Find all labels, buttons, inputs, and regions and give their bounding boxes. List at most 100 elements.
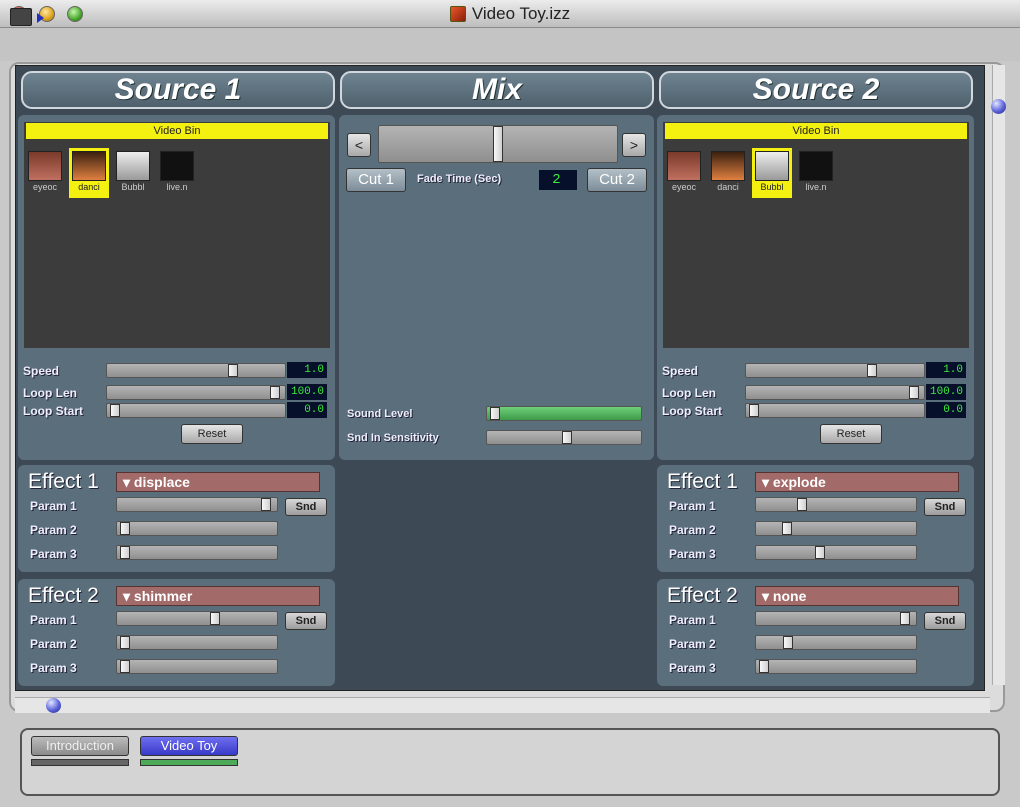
crossfade-knob[interactable]	[493, 126, 503, 162]
vertical-scrollbar[interactable]	[992, 65, 1005, 685]
speed-slider[interactable]	[745, 363, 925, 378]
p3-label: Param 3	[669, 547, 716, 561]
effect1-p2-slider-knob[interactable]	[782, 522, 792, 535]
document-icon	[449, 6, 466, 22]
effect2-p2-slider[interactable]	[755, 635, 917, 650]
effect2-p3-slider[interactable]	[116, 659, 278, 674]
tab-introduction[interactable]: Introduction	[31, 736, 129, 756]
effect1-p2-slider[interactable]	[116, 521, 278, 536]
effect1-dropdown[interactable]: ▾ displace	[116, 472, 320, 492]
effect1-snd-button[interactable]: Snd	[285, 498, 327, 516]
effect1-p1-slider-knob[interactable]	[261, 498, 271, 511]
dropdown-arrow-icon: ▾	[123, 474, 134, 490]
clip-thumbnail	[116, 151, 150, 181]
effect2-dropdown[interactable]: ▾ shimmer	[116, 586, 320, 606]
clip-2[interactable]: Bubbl	[115, 150, 151, 196]
live-feed-icon	[160, 151, 194, 181]
effect2-p1-slider-knob[interactable]	[900, 612, 910, 625]
looplen-value[interactable]: 100.0	[287, 384, 327, 400]
speed-value[interactable]: 1.0	[287, 362, 327, 378]
effect1-p1-slider[interactable]	[116, 497, 278, 512]
looplen-slider[interactable]	[745, 385, 925, 400]
effect2-snd-button[interactable]: Snd	[285, 612, 327, 630]
crossfade-slider[interactable]	[378, 125, 618, 163]
vertical-scroll-thumb[interactable]	[991, 99, 1006, 114]
tab-video-toy[interactable]: Video Toy	[140, 736, 238, 756]
p1-label: Param 1	[30, 613, 77, 627]
horizontal-scroll-thumb[interactable]	[46, 698, 61, 713]
horizontal-scrollbar[interactable]	[15, 697, 990, 713]
dropdown-arrow-icon: ▾	[762, 588, 773, 604]
clip-3[interactable]: live.n	[798, 150, 834, 196]
p3-label: Param 3	[30, 661, 77, 675]
speed-slider-knob[interactable]	[867, 364, 877, 377]
reset-button[interactable]: Reset	[820, 424, 882, 444]
snd-sensitivity-knob[interactable]	[562, 431, 572, 444]
loopstart-slider-knob[interactable]	[749, 404, 759, 417]
looplen-value[interactable]: 100.0	[926, 384, 966, 400]
effect2-p2-slider[interactable]	[116, 635, 278, 650]
effect2-p1-slider[interactable]	[755, 611, 917, 626]
clip-0[interactable]: eyeoc	[666, 150, 702, 196]
speed-slider[interactable]	[106, 363, 286, 378]
effect2-p1-slider-knob[interactable]	[210, 612, 220, 625]
cut2-button[interactable]: Cut 2	[587, 168, 647, 192]
p1-label: Param 1	[669, 613, 716, 627]
loopstart-slider[interactable]	[745, 403, 925, 418]
effect1-p3-slider[interactable]	[755, 545, 917, 560]
loopstart-slider-knob[interactable]	[110, 404, 120, 417]
effect2-p1-slider[interactable]	[116, 611, 278, 626]
looplen-slider-knob[interactable]	[270, 386, 280, 399]
clip-thumbnail	[28, 151, 62, 181]
effect1-p3-slider-knob[interactable]	[815, 546, 825, 559]
effect2-title: Effect 2	[28, 584, 99, 607]
snd-sensitivity-slider[interactable]	[486, 430, 642, 445]
effect1-p2-slider-knob[interactable]	[120, 522, 130, 535]
effect2-p3-slider-knob[interactable]	[759, 660, 769, 673]
effect1-p3-slider-knob[interactable]	[120, 546, 130, 559]
reset-button[interactable]: Reset	[181, 424, 243, 444]
effect1-p3-slider[interactable]	[116, 545, 278, 560]
effect1-p1-slider[interactable]	[755, 497, 917, 512]
loopstart-slider[interactable]	[106, 403, 286, 418]
effect2-p2-slider-knob[interactable]	[120, 636, 130, 649]
effect1-dropdown[interactable]: ▾ explode	[755, 472, 959, 492]
clip-name: danci	[78, 182, 100, 192]
loopstart-value[interactable]: 0.0	[926, 402, 966, 418]
effect2-snd-button[interactable]: Snd	[924, 612, 966, 630]
effect2-dropdown[interactable]: ▾ none	[755, 586, 959, 606]
effect2-name: shimmer	[133, 588, 193, 604]
effect1-name: displace	[133, 474, 190, 490]
speed-slider-knob[interactable]	[228, 364, 238, 377]
looplen-slider-knob[interactable]	[909, 386, 919, 399]
clip-1[interactable]: danci	[710, 150, 746, 196]
clip-thumbnail	[667, 151, 701, 181]
cut1-button[interactable]: Cut 1	[346, 168, 406, 192]
looplen-slider[interactable]	[106, 385, 286, 400]
effect2-p2-slider-knob[interactable]	[783, 636, 793, 649]
clip-2[interactable]: Bubbl	[752, 148, 792, 198]
clip-0[interactable]: eyeoc	[27, 150, 63, 196]
window-title: Video Toy.izz	[471, 4, 571, 23]
crossfade-right-button[interactable]: >	[622, 133, 646, 157]
effect1-p2-slider[interactable]	[755, 521, 917, 536]
clip-name: eyeoc	[32, 182, 58, 192]
effect2-p3-slider[interactable]	[755, 659, 917, 674]
speed-value[interactable]: 1.0	[926, 362, 966, 378]
effect2-p3-slider-knob[interactable]	[120, 660, 130, 673]
clip-3[interactable]: live.n	[159, 150, 195, 196]
crossfade-left-button[interactable]: <	[347, 133, 371, 157]
effect1-snd-button[interactable]: Snd	[924, 498, 966, 516]
loopstart-value[interactable]: 0.0	[287, 402, 327, 418]
effect1-p1-slider-knob[interactable]	[797, 498, 807, 511]
clip-1[interactable]: danci	[69, 148, 109, 198]
editor-toolbar-icon[interactable]	[10, 8, 44, 26]
mix-header: Mix	[340, 71, 654, 109]
looplen-label: Loop Len	[23, 386, 77, 400]
fade-time-value[interactable]: 2	[539, 170, 577, 190]
effect2-title: Effect 2	[667, 584, 738, 607]
dropdown-arrow-icon: ▾	[123, 588, 134, 604]
p2-label: Param 2	[30, 637, 77, 651]
effect1-title: Effect 1	[667, 470, 738, 493]
speed-label: Speed	[23, 364, 60, 378]
